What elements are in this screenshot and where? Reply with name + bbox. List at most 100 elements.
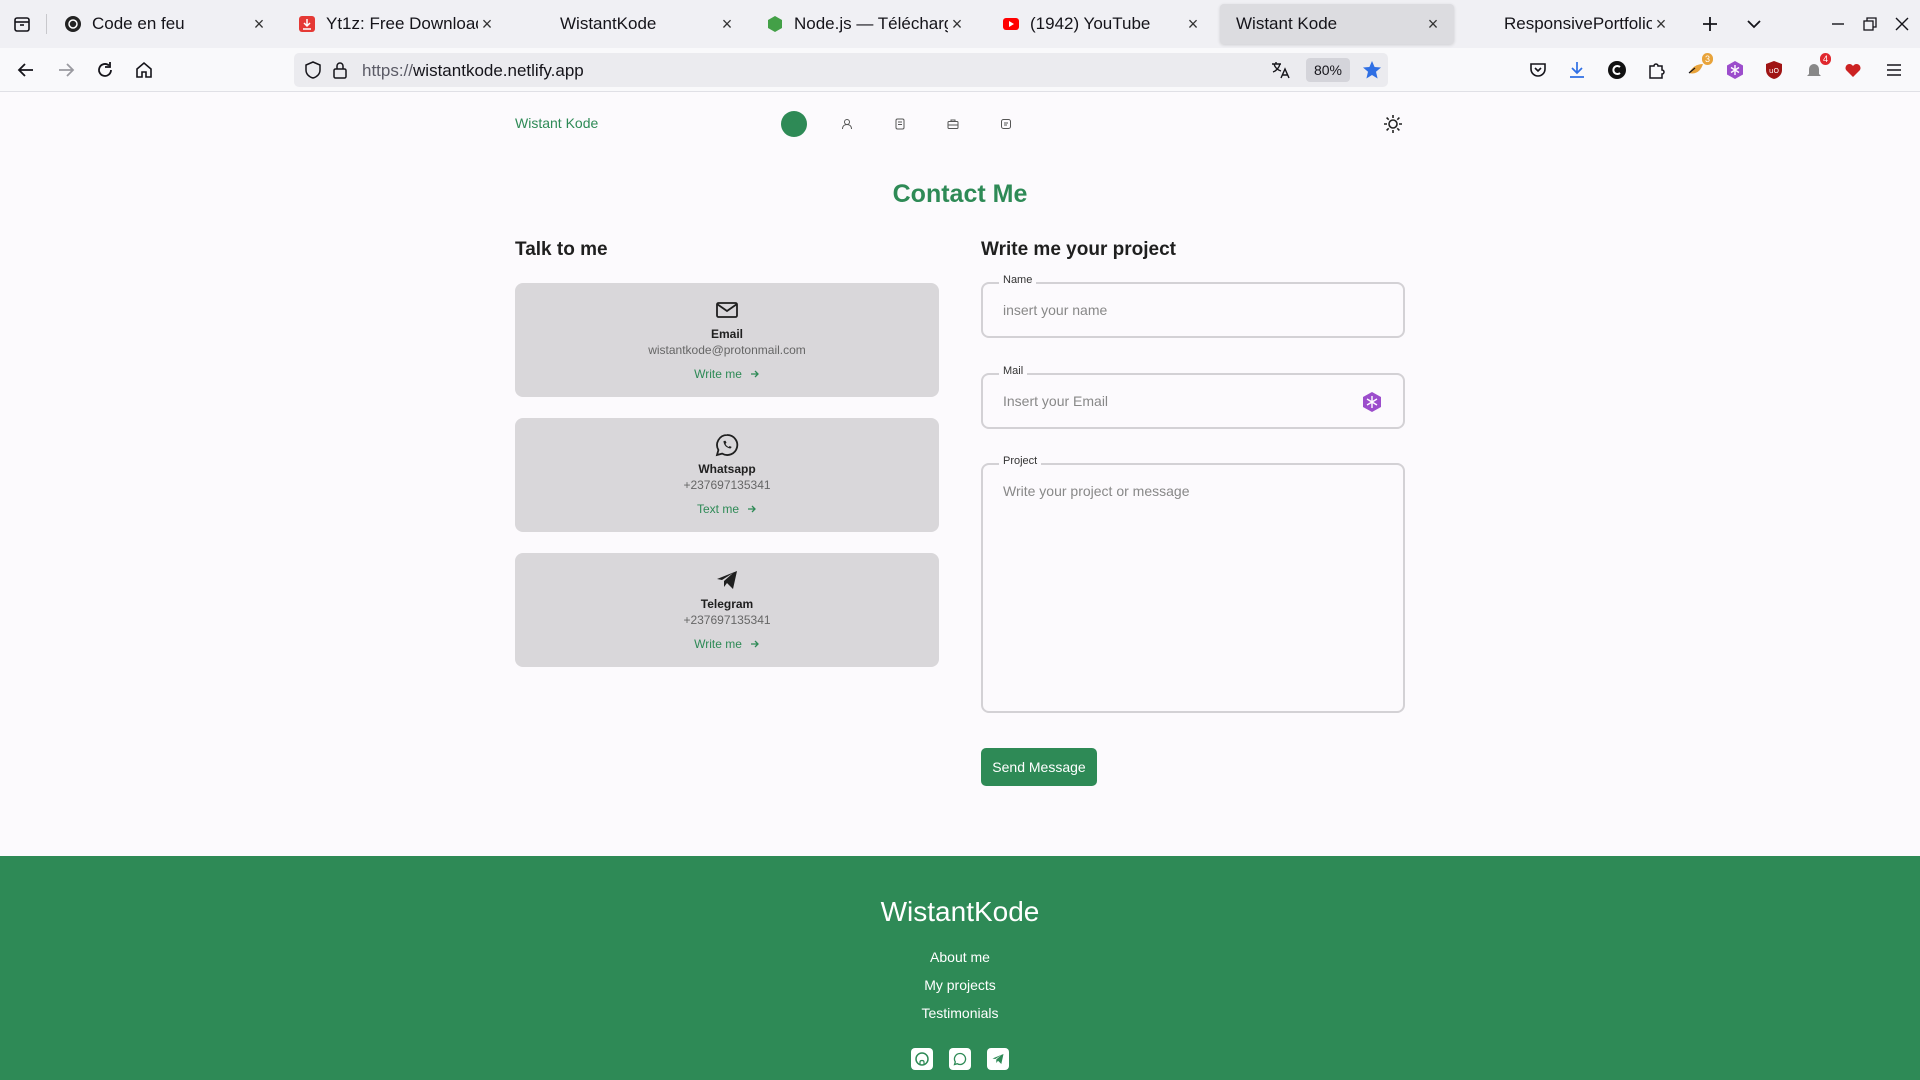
ublock-origin-button[interactable]: uO [1763,59,1785,81]
whatsapp-icon [953,1052,967,1066]
card-title: Whatsapp [698,462,756,476]
nodejs-favicon [766,15,784,33]
tab-code-en-feu[interactable]: Code en feu × [50,4,280,44]
extensions-button[interactable] [1645,59,1667,81]
tab-close-icon[interactable]: × [718,14,736,34]
send-message-button[interactable]: Send Message [981,748,1097,786]
footer-link-testimonials[interactable]: Testimonials [0,1005,1920,1021]
nav-resume-button[interactable] [887,111,913,137]
minimize-button[interactable] [1824,10,1852,38]
extension-snowflake-button[interactable] [1724,59,1746,81]
footer-link-about[interactable]: About me [0,949,1920,965]
card-link-label: Write me [694,367,742,381]
mail-field: Mail [981,365,1405,429]
url-text[interactable]: https://wistantkode.netlify.app [362,61,584,81]
pocket-button[interactable] [1527,59,1549,81]
tab-close-icon[interactable]: × [1652,14,1670,34]
site-header: Wistant Kode [0,92,1920,156]
tab-close-icon[interactable]: × [1424,14,1442,34]
downloads-button[interactable] [1566,59,1588,81]
contact-card-telegram: Telegram +237697135341 Write me [515,553,939,667]
nav-contact-button[interactable] [993,111,1019,137]
email-write-me-link[interactable]: Write me [515,367,939,381]
plus-icon [1703,17,1717,31]
footer-github-link[interactable] [911,1048,933,1070]
project-field-label: Project [999,455,1042,467]
tab-title: Yt1z: Free Download Vid [326,14,478,33]
tab-overview-icon [14,17,30,32]
list-all-tabs-button[interactable] [1740,10,1768,38]
youtube-favicon [1002,15,1020,33]
tab-nodejs[interactable]: Node.js — Télécharger N × [752,4,978,44]
extension-badge-3-button[interactable]: 3 [1685,53,1713,81]
card-link-label: Text me [696,502,739,516]
extension-badge: 3 [1701,53,1713,65]
mail-input[interactable] [1003,375,1363,427]
file-icon [895,118,905,130]
tracking-protection-shield-icon[interactable] [304,61,322,79]
forward-button[interactable] [52,56,80,84]
footer-telegram-link[interactable] [987,1048,1009,1070]
tab-overview-button[interactable] [8,10,36,38]
theme-toggle-button[interactable] [1383,114,1403,134]
arrow-right-icon [59,63,75,77]
tab-close-icon[interactable]: × [948,14,966,34]
new-tab-button[interactable] [1696,10,1724,38]
write-project-heading: Write me your project [981,239,1176,260]
card-value: wistantkode@protonmail.com [648,343,806,357]
telegram-write-me-link[interactable]: Write me [515,637,939,651]
extension-c-button[interactable] [1606,59,1628,81]
talk-to-me-heading: Talk to me [515,239,608,260]
tab-close-icon[interactable]: × [1184,14,1202,34]
name-field: Name [981,274,1405,338]
yt1z-favicon [298,15,316,33]
tab-youtube[interactable]: (1942) YouTube × [988,4,1214,44]
footer-link-projects[interactable]: My projects [0,977,1920,993]
close-window-button[interactable] [1888,10,1916,38]
lock-icon[interactable] [332,61,348,79]
close-icon [1895,17,1909,31]
tab-wistantkode[interactable]: WistantKode × [518,4,748,44]
arrow-right-icon [750,370,759,378]
nav-home-button[interactable] [781,111,807,137]
nav-portfolio-button[interactable] [940,111,966,137]
nav-about-button[interactable] [834,111,860,137]
reload-icon [98,62,112,77]
url-bar[interactable]: https://wistantkode.netlify.app 80% [294,53,1388,87]
tab-yt1z[interactable]: Yt1z: Free Download Vid × [284,4,508,44]
pocket-icon [1530,63,1546,77]
bookmark-star-icon[interactable] [1362,60,1382,80]
whatsapp-icon [715,434,739,457]
whatsapp-text-me-link[interactable]: Text me [515,502,939,516]
c-extension-icon [1608,61,1626,79]
translate-icon[interactable] [1270,60,1290,80]
tab-close-icon[interactable]: × [478,14,496,34]
tab-close-icon[interactable]: × [250,14,268,34]
site-footer: WistantKode About me My projects Testimo… [0,856,1920,1080]
footer-whatsapp-link[interactable] [949,1048,971,1070]
site-logo[interactable]: Wistant Kode [515,115,598,131]
snowflake-icon [1727,61,1743,79]
download-icon [1570,62,1584,78]
card-link-label: Write me [694,637,742,651]
zoom-level-button[interactable]: 80% [1306,58,1350,82]
snowflake-icon[interactable] [1361,391,1383,413]
card-title: Email [710,327,743,341]
back-button[interactable] [12,56,40,84]
restore-button[interactable] [1856,10,1884,38]
github-icon [915,1052,929,1066]
url-scheme: https:// [362,61,414,80]
tab-wistant-kode-active[interactable]: Wistant Kode × [1220,4,1454,44]
contact-card-whatsapp: Whatsapp +237697135341 Text me [515,418,939,532]
home-button[interactable] [130,56,158,84]
extension-badge: 4 [1819,53,1831,65]
sun-icon [1384,115,1402,133]
app-menu-button[interactable] [1883,59,1905,81]
section-title: Contact Me [892,180,1028,208]
project-textarea[interactable] [1003,483,1383,703]
extension-heart-button[interactable] [1842,59,1864,81]
name-input[interactable] [1003,284,1363,336]
extension-badge-4-button[interactable]: 4 [1803,53,1831,81]
reload-button[interactable] [91,56,119,84]
tab-responsive-portfolio[interactable]: ResponsivePortfolio/ho × [1462,4,1682,44]
